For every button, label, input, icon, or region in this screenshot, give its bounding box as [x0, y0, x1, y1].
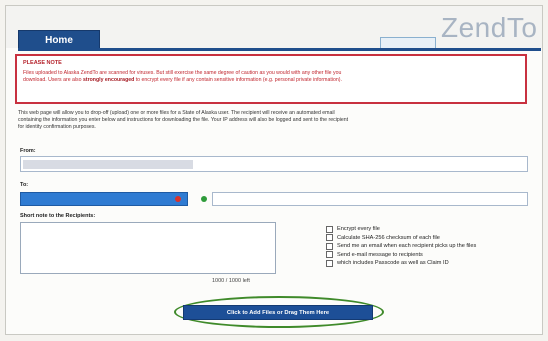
option-label: Send e-mail message to recipients: [337, 251, 423, 258]
add-recipient-icon[interactable]: [201, 196, 207, 202]
note-textarea[interactable]: [20, 222, 276, 274]
from-field-value: [23, 160, 193, 169]
char-counter: 1000 / 1000 left: [212, 278, 250, 284]
option-pickup-email[interactable]: Send me an email when each recipient pic…: [326, 242, 476, 251]
notice-line-2-pre: download. Users are also: [23, 77, 83, 83]
options-list: Encrypt every file Calculate SHA-256 che…: [326, 225, 476, 268]
top-bar: Home ZendTo: [6, 6, 542, 51]
remove-recipient-icon[interactable]: [175, 196, 181, 202]
checkbox[interactable]: [326, 242, 333, 250]
notice-strong-text: strongly encouraged: [82, 77, 135, 83]
option-label: Encrypt every file: [337, 226, 380, 233]
notice-title: PLEASE NOTE: [23, 60, 62, 66]
checkbox[interactable]: [326, 234, 333, 242]
header-divider: [18, 48, 541, 51]
option-label: Calculate SHA-256 checksum of each file: [337, 234, 440, 241]
notice-box: PLEASE NOTE Files uploaded to Alaska Zen…: [15, 54, 527, 104]
option-checksum[interactable]: Calculate SHA-256 checksum of each file: [326, 234, 476, 243]
from-label: From:: [20, 148, 36, 154]
checkbox[interactable]: [326, 225, 333, 233]
option-send-email[interactable]: Send e-mail message to recipients: [326, 251, 476, 260]
checkbox[interactable]: [326, 259, 333, 267]
checkbox[interactable]: [326, 251, 333, 259]
home-tab[interactable]: Home: [18, 30, 100, 50]
add-files-button[interactable]: Click to Add Files or Drag Them Here: [183, 305, 373, 320]
notice-line-1: Files uploaded to Alaska ZendTo are scan…: [23, 70, 342, 76]
to-recipient-field[interactable]: [20, 192, 188, 206]
notice-line-2-post: to encrypt every file if any contain sen…: [134, 77, 342, 83]
notice-body: Files uploaded to Alaska ZendTo are scan…: [23, 70, 519, 84]
to-additional-field[interactable]: [212, 192, 528, 206]
option-include-passcode[interactable]: which includes Passcode as well as Claim…: [326, 259, 476, 268]
option-encrypt[interactable]: Encrypt every file: [326, 225, 476, 234]
intro-text: This web page will allow you to drop-off…: [18, 110, 528, 131]
intro-line-1: This web page will allow you to drop-off…: [18, 110, 335, 116]
to-label: To:: [20, 182, 29, 188]
intro-line-2: containing the information you enter bel…: [18, 117, 349, 123]
zendto-logo: ZendTo: [441, 12, 538, 43]
note-label: Short note to the Recipients:: [20, 213, 96, 219]
option-label: which includes Passcode as well as Claim…: [337, 260, 449, 267]
intro-line-3: for identity confirmation purposes.: [18, 124, 96, 130]
option-label: Send me an email when each recipient pic…: [337, 243, 477, 250]
from-field[interactable]: [20, 156, 528, 172]
notice-line-2: download. Users are also strongly encour…: [23, 77, 519, 84]
